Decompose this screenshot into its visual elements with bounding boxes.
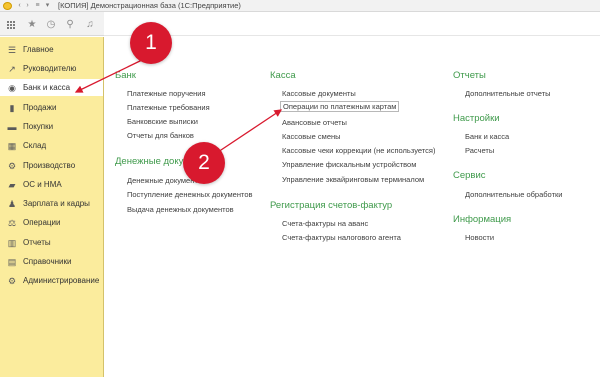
warehouse-icon: ▦ [7,140,17,151]
content-toolbar [104,12,600,36]
navigation-toolbar: ★ ◷ ⚲ ♫ [0,12,104,36]
link-additional-reports[interactable]: Дополнительные отчеты [465,89,551,98]
link-additional-processing[interactable]: Дополнительные обработки [465,190,562,199]
sidebar-item-catalogs[interactable]: ▤ Справочники [0,253,103,270]
sidebar-item-bank-cash[interactable]: ◉ Банк и касса [0,79,103,96]
link-settings-bank-cash[interactable]: Банк и касса [465,132,509,141]
book-icon: ▤ [7,256,17,267]
factory-icon: ⚙ [7,160,17,171]
annotation-badge-1: 1 [130,22,172,64]
more-icon[interactable]: ▾ [44,2,51,9]
scale-icon: ⚖ [7,217,17,228]
link-bank-reports[interactable]: Отчеты для банков [127,131,194,140]
link-advance-invoices[interactable]: Счета-фактуры на аванс [282,219,368,228]
sidebar-item-warehouse[interactable]: ▦ Склад [0,137,103,154]
sidebar-item-salary[interactable]: ♟ Зарплата и кадры [0,195,103,212]
app-logo-icon [3,2,12,10]
notifications-bell-icon[interactable]: ♫ [84,19,96,31]
link-cash-shifts[interactable]: Кассовые смены [282,132,341,141]
section-title-bank: Банк [115,70,136,81]
window-title: [КОПИЯ] Демонстрационная база (1С:Предпр… [58,1,241,10]
sidebar-item-administration[interactable]: ⚙ Администрирование [0,272,103,289]
section-title-reports: Отчеты [453,70,486,81]
sidebar-item-production[interactable]: ⚙ Производство [0,157,103,174]
section-title-service: Сервис [453,170,486,181]
sidebar-item-main[interactable]: ☰ Главное [0,41,103,58]
back-icon[interactable]: ‹ [16,2,23,9]
sidebar-item-director[interactable]: ↗ Руководителю [0,60,103,77]
sections-grid-icon[interactable] [6,20,15,29]
section-title-cash: Касса [270,70,296,81]
link-tax-agent-invoices[interactable]: Счета-фактуры налогового агента [282,233,401,242]
sections-sidebar: ☰ Главное ↗ Руководителю ◉ Банк и касса … [0,37,104,377]
link-payment-requests[interactable]: Платежные требования [127,103,210,112]
title-bar: ‹ › ≡ ▾ [КОПИЯ] Демонстрационная база (1… [0,0,600,12]
coin-icon: ◉ [8,82,16,93]
favorites-star-icon[interactable]: ★ [26,19,38,31]
sidebar-item-purchases[interactable]: ▬ Покупки [0,118,103,135]
menu-icon[interactable]: ≡ [34,2,41,9]
menu-icon: ☰ [7,44,17,55]
link-news[interactable]: Новости [465,233,494,242]
sales-icon: ▮ [9,102,15,113]
link-settings-settlements[interactable]: Расчеты [465,146,494,155]
sidebar-item-operations[interactable]: ⚖ Операции [0,214,103,231]
person-icon: ♟ [7,198,17,209]
search-icon[interactable]: ⚲ [64,19,76,31]
sidebar-item-reports[interactable]: ▥ Отчеты [0,234,103,251]
history-icon[interactable]: ◷ [45,19,57,31]
section-title-invoices: Регистрация счетов-фактур [270,200,393,211]
section-title-info: Информация [453,214,512,225]
link-fiscal-device[interactable]: Управление фискальным устройством [282,160,416,169]
link-correction-receipts[interactable]: Кассовые чеки коррекции (не используется… [282,146,435,155]
link-card-operations[interactable]: Операции по платежным картам [280,101,400,112]
link-payment-orders[interactable]: Платежные поручения [127,89,206,98]
sidebar-item-fixed-assets[interactable]: ▰ ОС и НМА [0,176,103,193]
link-money-docs-issue[interactable]: Выдача денежных документов [127,205,234,214]
link-money-docs-receipt[interactable]: Поступление денежных документов [127,190,253,199]
link-cash-documents[interactable]: Кассовые документы [282,89,356,98]
annotation-badge-2: 2 [183,142,225,184]
section-title-settings: Настройки [453,113,500,124]
annotation-arrow-2 [211,109,283,157]
link-advance-reports[interactable]: Авансовые отчеты [282,118,347,127]
sidebar-item-sales[interactable]: ▮ Продажи [0,99,103,116]
truck-icon: ▰ [8,179,16,190]
link-bank-statements[interactable]: Банковские выписки [127,117,198,126]
link-money-documents[interactable]: Денежные документ [127,176,198,185]
bar-chart-icon: ▥ [7,237,17,248]
forward-icon[interactable]: › [24,2,31,9]
gear-icon: ⚙ [7,275,17,286]
link-acquiring-terminal[interactable]: Управление эквайринговым терминалом [282,175,424,184]
cart-icon: ▬ [7,121,17,132]
trend-icon: ↗ [8,63,16,74]
